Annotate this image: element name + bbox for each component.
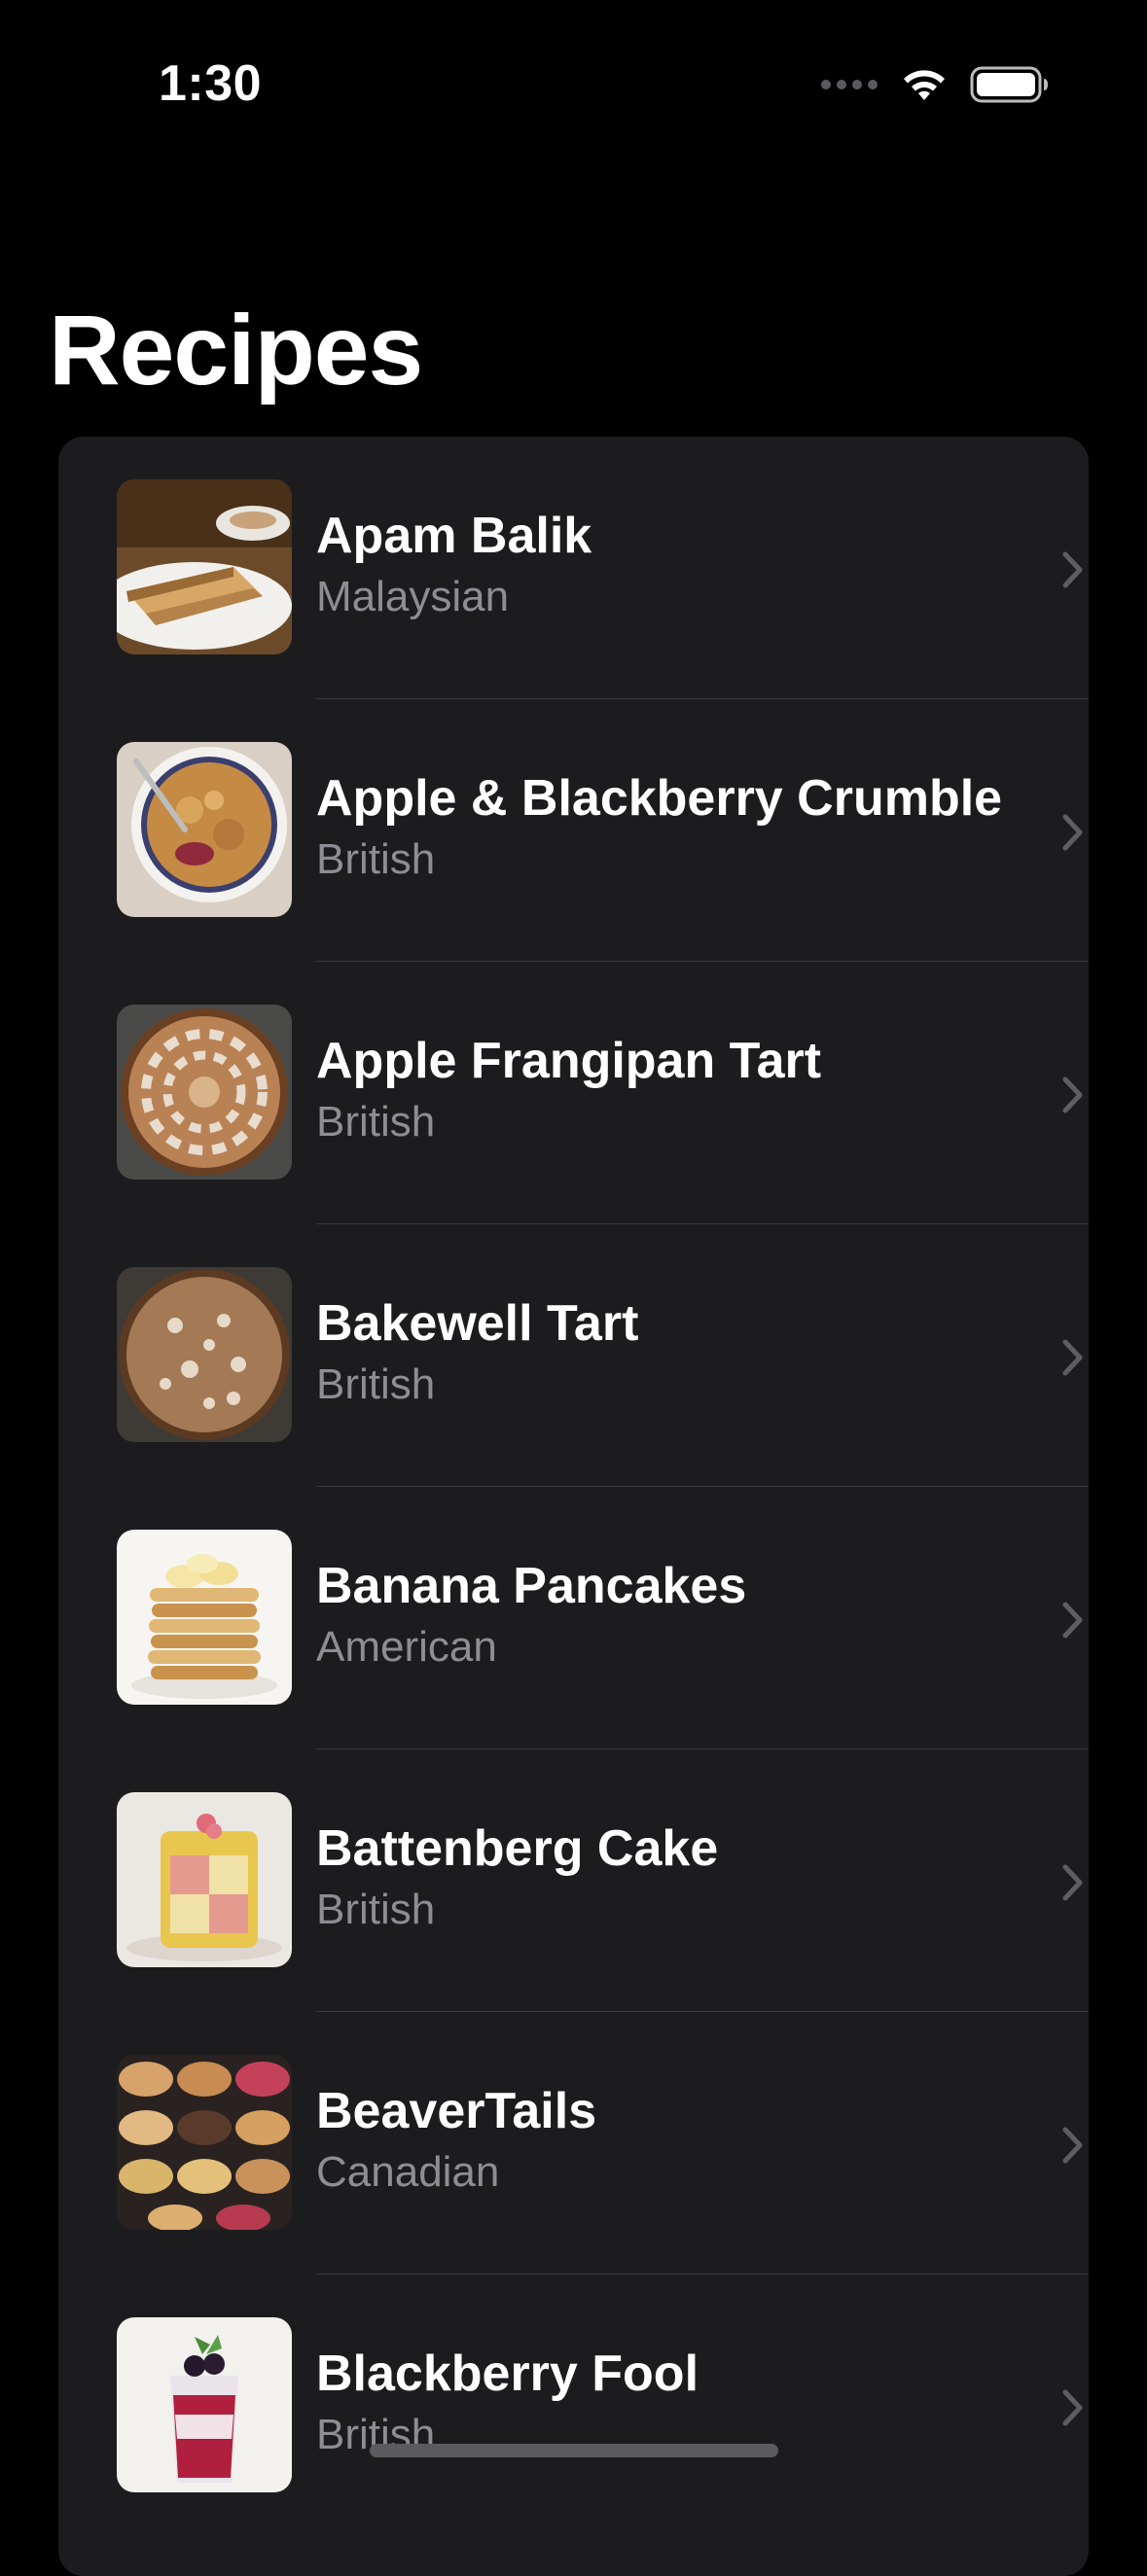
status-icons bbox=[820, 60, 1050, 109]
chevron-right-icon bbox=[1062, 1864, 1083, 1901]
recipe-name: Banana Pancakes bbox=[316, 1558, 747, 1614]
list-item[interactable]: Apam Balik Malaysian bbox=[58, 437, 1089, 699]
apam-balik-photo bbox=[117, 479, 292, 654]
recipe-cuisine: British bbox=[316, 1360, 436, 1408]
recipe-cuisine: Malaysian bbox=[316, 573, 510, 620]
status-time: 1:30 bbox=[159, 55, 263, 112]
chevron-right-icon bbox=[1062, 814, 1083, 851]
recipe-cuisine: American bbox=[316, 1623, 497, 1671]
signal-dots-icon bbox=[821, 80, 878, 89]
list-item[interactable]: Blackberry Fool British bbox=[58, 2275, 1089, 2537]
list-item[interactable]: Banana Pancakes American bbox=[58, 1487, 1089, 1749]
recipe-cuisine: British bbox=[316, 835, 436, 883]
pancakes-photo bbox=[117, 1530, 292, 1705]
recipe-name: Battenberg Cake bbox=[316, 1820, 719, 1877]
recipe-cuisine: British bbox=[316, 1098, 436, 1146]
blackberry-fool-photo bbox=[117, 2317, 292, 2492]
chevron-right-icon bbox=[1062, 2389, 1083, 2426]
battenberg-photo bbox=[117, 1792, 292, 1967]
chevron-right-icon bbox=[1062, 1602, 1083, 1639]
recipe-cuisine: British bbox=[316, 1886, 436, 1933]
bakewell-tart-photo bbox=[117, 1267, 292, 1442]
chevron-right-icon bbox=[1062, 1076, 1083, 1113]
recipe-cuisine: Canadian bbox=[316, 2148, 500, 2196]
battery-full-icon bbox=[970, 66, 1048, 103]
recipe-name: Bakewell Tart bbox=[316, 1295, 639, 1352]
chevron-right-icon bbox=[1062, 2127, 1083, 2164]
frangipan-tart-photo bbox=[117, 1005, 292, 1180]
recipe-name: BeaverTails bbox=[316, 2083, 597, 2139]
wifi-icon bbox=[904, 70, 945, 100]
list-item[interactable]: BeaverTails Canadian bbox=[58, 2012, 1089, 2275]
list-item[interactable]: Apple & Blackberry Crumble British bbox=[58, 699, 1089, 962]
list-item[interactable]: Bakewell Tart British bbox=[58, 1224, 1089, 1487]
chevron-right-icon bbox=[1062, 1339, 1083, 1376]
recipe-name: Apam Balik bbox=[316, 508, 592, 564]
home-indicator[interactable] bbox=[370, 2444, 778, 2457]
chevron-right-icon bbox=[1062, 551, 1083, 588]
crumble-photo bbox=[117, 742, 292, 917]
beavertails-photo bbox=[117, 2055, 292, 2230]
recipe-name: Apple Frangipan Tart bbox=[316, 1033, 822, 1089]
recipe-name: Apple & Blackberry Crumble bbox=[316, 770, 1003, 827]
list-item[interactable]: Battenberg Cake British bbox=[58, 1749, 1089, 2012]
status-bar: 1:30 bbox=[0, 0, 1147, 170]
page-title: Recipes bbox=[49, 295, 423, 406]
recipe-list: Apam Balik Malaysian Apple & Blackberry … bbox=[58, 437, 1089, 2576]
recipe-name: Blackberry Fool bbox=[316, 2346, 699, 2402]
list-item[interactable]: Apple Frangipan Tart British bbox=[58, 962, 1089, 1224]
